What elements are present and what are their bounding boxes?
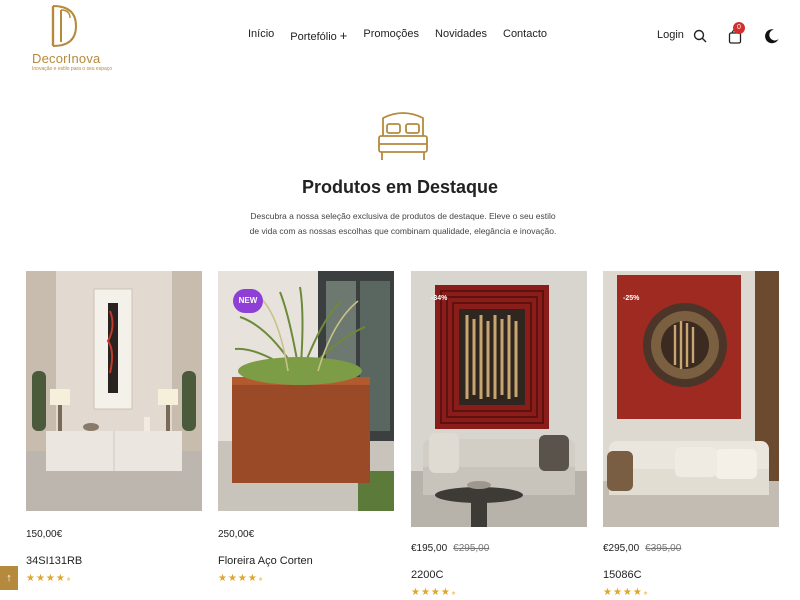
current-price: €295,00 (603, 543, 640, 554)
nav-item-inicio[interactable]: Início (248, 28, 274, 43)
stars-full: ★★★★ (26, 573, 66, 584)
star-empty: ★ (642, 591, 650, 597)
main-nav: Início Portefólio + Promoções Novidades C… (248, 28, 547, 43)
product-price: 250,00€ (218, 529, 254, 540)
rating-stars: ★★★★★ (26, 573, 72, 584)
product-name[interactable]: 15086C (603, 569, 642, 581)
rating-stars: ★★★★★ (603, 587, 649, 598)
star-empty: ★ (65, 577, 73, 583)
nav-item-contacto[interactable]: Contacto (503, 28, 547, 43)
brand-name: DecorInova (32, 51, 101, 66)
product-image[interactable]: -34% (411, 271, 587, 527)
product-card[interactable]: NEW 250,00€ Floreira Aço Corten ★★★★★ (218, 271, 394, 584)
moon-icon[interactable] (764, 28, 780, 44)
scroll-to-top-button[interactable]: ↑ (0, 566, 18, 590)
star-empty: ★ (450, 591, 458, 597)
product-image[interactable]: -25% (603, 271, 779, 527)
product-name[interactable]: 34SI131RB (26, 555, 82, 567)
new-badge: NEW (233, 289, 263, 313)
cart-count-badge: 0 (733, 22, 745, 34)
nav-item-novidades[interactable]: Novidades (435, 28, 487, 43)
brand-tagline: Inovação e estilo para o seu espaço (32, 66, 113, 72)
nav-item-portefolio[interactable]: Portefólio + (290, 28, 347, 43)
search-icon[interactable] (693, 29, 707, 43)
bed-icon (378, 112, 428, 160)
product-price: €295,00 €395,00 (603, 543, 681, 554)
current-price: €195,00 (411, 543, 448, 554)
product-name[interactable]: 2200C (411, 569, 443, 581)
old-price: €295,00 (453, 543, 490, 554)
product-price: 150,00€ (26, 529, 62, 540)
current-price: 250,00€ (218, 529, 255, 540)
product-card[interactable]: 150,00€ 34SI131RB ★★★★★ (26, 271, 202, 584)
current-price: 150,00€ (26, 529, 63, 540)
product-name[interactable]: Floreira Aço Corten (218, 555, 313, 567)
product-card[interactable]: -25% €295,00 €395,00 15086C ★★★★★ (603, 271, 779, 598)
nav-item-portefolio-label: Portefólio (290, 31, 337, 43)
brand-logo[interactable]: DecorInova Inovação e estilo para o seu … (32, 4, 112, 74)
stars-full: ★★★★ (411, 587, 451, 598)
product-image[interactable]: NEW (218, 271, 394, 511)
arrow-up-icon: ↑ (6, 572, 12, 584)
discount-badge: -34% (431, 295, 448, 302)
product-price: €195,00 €295,00 (411, 543, 489, 554)
rating-stars: ★★★★★ (411, 587, 457, 598)
section-description: Descubra a nossa seleção exclusiva de pr… (249, 211, 557, 236)
product-card[interactable]: -34% €195,00 €295,00 2200C ★★★★★ (411, 271, 587, 598)
section-title: Produtos em Destaque (301, 177, 499, 197)
product-image[interactable] (26, 271, 202, 511)
discount-badge: -25% (623, 295, 640, 302)
login-link[interactable]: Login (657, 29, 684, 41)
star-empty: ★ (257, 577, 265, 583)
rating-stars: ★★★★★ (218, 573, 264, 584)
site-header: DecorInova Inovação e estilo para o seu … (0, 0, 800, 80)
old-price: €395,00 (645, 543, 682, 554)
logo-mark-icon (51, 5, 78, 47)
stars-full: ★★★★ (603, 587, 643, 598)
plus-icon: + (339, 28, 348, 43)
nav-item-promocoes[interactable]: Promoções (363, 28, 419, 43)
stars-full: ★★★★ (218, 573, 258, 584)
